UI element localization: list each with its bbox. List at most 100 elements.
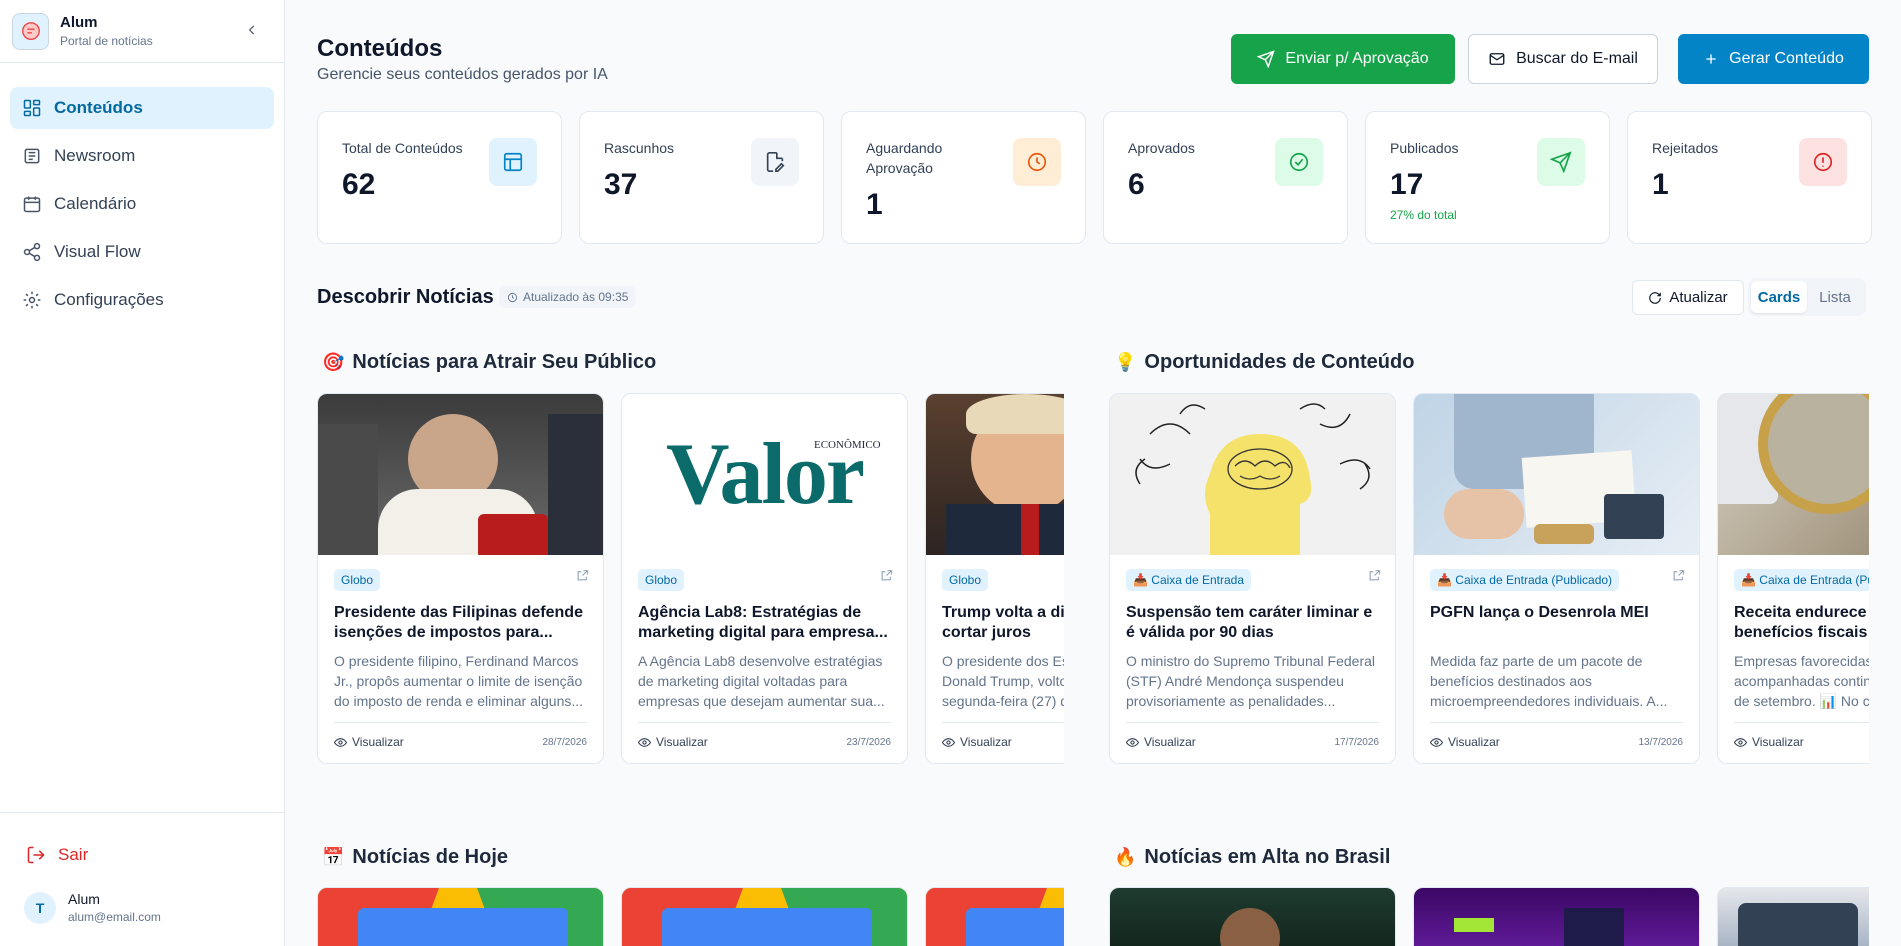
mail-icon bbox=[1489, 53, 1505, 65]
logout-label: Sair bbox=[58, 845, 89, 864]
brand-title: Alum bbox=[60, 14, 98, 31]
source-tag: Globo bbox=[638, 569, 685, 591]
updated-text: Atualizado às 09:35 bbox=[523, 290, 629, 304]
page-subtitle: Gerencie seus conteúdos gerados por IA bbox=[317, 66, 608, 83]
sidebar-item-configuracoes[interactable]: Configurações bbox=[10, 279, 274, 321]
generate-content-button[interactable]: Gerar Conteúdo bbox=[1678, 34, 1869, 84]
chevron-left-icon bbox=[248, 25, 255, 35]
group-title-text: Oportunidades de Conteúdo bbox=[1144, 351, 1415, 373]
external-link-icon bbox=[1369, 570, 1380, 581]
lightbulb-icon: 💡 bbox=[1114, 352, 1137, 372]
view-toggle: Cards Lista bbox=[1748, 278, 1866, 316]
view-button[interactable]: Visualizar bbox=[334, 735, 404, 749]
logout-icon bbox=[27, 846, 45, 864]
stat-label: Rascunhos bbox=[604, 140, 675, 156]
news-date: 17/7/2026 bbox=[1334, 736, 1380, 748]
news-desc: A Agência Lab8 desenvolve estratégias de… bbox=[638, 653, 885, 709]
brand-header: Alum Portal de notícias bbox=[0, 0, 284, 63]
stat-card-approved[interactable]: Aprovados 6 bbox=[1103, 111, 1348, 244]
generate-content-label: Gerar Conteúdo bbox=[1729, 50, 1844, 67]
brand-subtitle: Portal de notícias bbox=[60, 34, 153, 48]
fire-icon: 🔥 bbox=[1114, 847, 1137, 867]
refresh-button[interactable]: Atualizar bbox=[1632, 280, 1744, 315]
target-icon: 🎯 bbox=[322, 352, 345, 372]
group-title-atrair: 🎯 Notícias para Atrair Seu Público bbox=[322, 351, 656, 374]
view-button[interactable]: Visualizar bbox=[1734, 735, 1804, 749]
stat-label: Total de Conteúdos bbox=[342, 140, 463, 156]
view-list-tab[interactable]: Lista bbox=[1807, 281, 1863, 313]
stat-card-rejected[interactable]: Rejeitados 1 bbox=[1627, 111, 1872, 244]
news-card[interactable]: 📥 Caixa de Entrada Suspensão tem caráter… bbox=[1109, 393, 1396, 764]
news-card[interactable]: ECONÔMICO Valor Globo Agência Lab8: Estr… bbox=[621, 393, 908, 764]
stat-card-published[interactable]: Publicados 17 27% do total bbox=[1365, 111, 1610, 244]
sidebar-item-label: Visual Flow bbox=[54, 242, 141, 261]
news-date: 13/7/2026 bbox=[1638, 736, 1684, 748]
logout-button[interactable]: Sair bbox=[0, 827, 284, 883]
refresh-label: Atualizar bbox=[1669, 289, 1728, 306]
collapse-sidebar-button[interactable] bbox=[242, 20, 262, 40]
news-card[interactable]: Globo Presidente das Filipinas defende i… bbox=[317, 393, 604, 764]
external-link-icon bbox=[881, 570, 892, 581]
stat-card-drafts[interactable]: Rascunhos 37 bbox=[579, 111, 824, 244]
send-approval-label: Enviar p/ Aprovação bbox=[1285, 50, 1429, 67]
news-card[interactable] bbox=[621, 887, 908, 946]
calendar-emoji-icon: 📅 bbox=[322, 847, 345, 867]
news-card[interactable] bbox=[1109, 887, 1396, 946]
alert-circle-icon bbox=[1799, 138, 1847, 186]
news-date: 28/7/2026 bbox=[542, 736, 588, 748]
news-title: Presidente das Filipinas defende isençõe… bbox=[334, 604, 583, 641]
view-button[interactable]: Visualizar bbox=[1126, 735, 1196, 749]
send-approval-button[interactable]: Enviar p/ Aprovação bbox=[1231, 34, 1455, 84]
user-profile[interactable]: T Alum alum@email.com bbox=[0, 891, 284, 924]
file-edit-icon bbox=[751, 138, 799, 186]
view-button[interactable]: Visualizar bbox=[1430, 735, 1500, 749]
source-text: Caixa de Entrada bbox=[1151, 573, 1245, 587]
sidebar-item-newsroom[interactable]: Newsroom bbox=[10, 135, 274, 177]
user-name: Alum bbox=[68, 891, 100, 907]
stat-card-total[interactable]: Total de Conteúdos 62 bbox=[317, 111, 562, 244]
sidebar-nav: Conteúdos Newsroom Calendário Visual Flo… bbox=[0, 63, 284, 321]
fetch-email-button[interactable]: Buscar do E-mail bbox=[1468, 34, 1658, 84]
view-button[interactable]: Visualizar bbox=[942, 735, 1012, 749]
view-label: Visualizar bbox=[352, 735, 404, 749]
sidebar-item-calendario[interactable]: Calendário bbox=[10, 183, 274, 225]
group-title-text: Notícias em Alta no Brasil bbox=[1144, 846, 1391, 868]
news-title: Trump volta a dizer que deveria cortar j… bbox=[942, 604, 1064, 641]
dashboard-icon bbox=[23, 99, 41, 117]
news-card[interactable] bbox=[925, 887, 1064, 946]
news-card[interactable] bbox=[1717, 887, 1869, 946]
avatar: T bbox=[24, 891, 56, 924]
news-image bbox=[926, 394, 1064, 555]
news-date: 23/7/2026 bbox=[846, 736, 892, 748]
view-button[interactable]: Visualizar bbox=[638, 735, 708, 749]
news-card[interactable] bbox=[317, 887, 604, 946]
news-card[interactable]: 📥 Caixa de Entrada (Publicado) Receita e… bbox=[1717, 393, 1869, 764]
send-icon bbox=[1257, 50, 1276, 68]
layout-icon bbox=[489, 138, 537, 186]
send-icon bbox=[1537, 138, 1585, 186]
news-card[interactable]: 📥 Caixa de Entrada (Publicado) PGFN lanç… bbox=[1413, 393, 1700, 764]
news-title: Suspensão tem caráter liminar e é válida… bbox=[1126, 604, 1373, 641]
view-cards-tab[interactable]: Cards bbox=[1751, 281, 1807, 313]
news-card[interactable] bbox=[1413, 887, 1700, 946]
news-card[interactable]: Globo Trump volta a dizer que deveria co… bbox=[925, 393, 1064, 764]
sidebar-item-visual-flow[interactable]: Visual Flow bbox=[10, 231, 274, 273]
news-image bbox=[1110, 394, 1395, 555]
clock-icon bbox=[1013, 138, 1061, 186]
group-title-text: Notícias para Atrair Seu Público bbox=[352, 351, 657, 373]
eye-icon bbox=[942, 737, 955, 747]
stat-value: 1 bbox=[866, 188, 883, 221]
news-image bbox=[318, 394, 603, 555]
group-title-oportunidades: 💡 Oportunidades de Conteúdo bbox=[1114, 351, 1414, 374]
gear-icon bbox=[23, 291, 41, 309]
plus-icon bbox=[1706, 54, 1716, 64]
user-email: alum@email.com bbox=[68, 910, 161, 924]
view-label: Visualizar bbox=[1752, 735, 1804, 749]
calendar-icon bbox=[23, 196, 41, 213]
sidebar-item-label: Conteúdos bbox=[54, 98, 143, 117]
main-content: Conteúdos Gerencie seus conteúdos gerado… bbox=[286, 0, 1901, 946]
sidebar-item-conteudos[interactable]: Conteúdos bbox=[10, 87, 274, 129]
stat-card-pending[interactable]: Aguardando Aprovação 1 bbox=[841, 111, 1086, 244]
share-nodes-icon bbox=[23, 242, 41, 262]
group-title-hoje: 📅 Notícias de Hoje bbox=[322, 846, 508, 869]
